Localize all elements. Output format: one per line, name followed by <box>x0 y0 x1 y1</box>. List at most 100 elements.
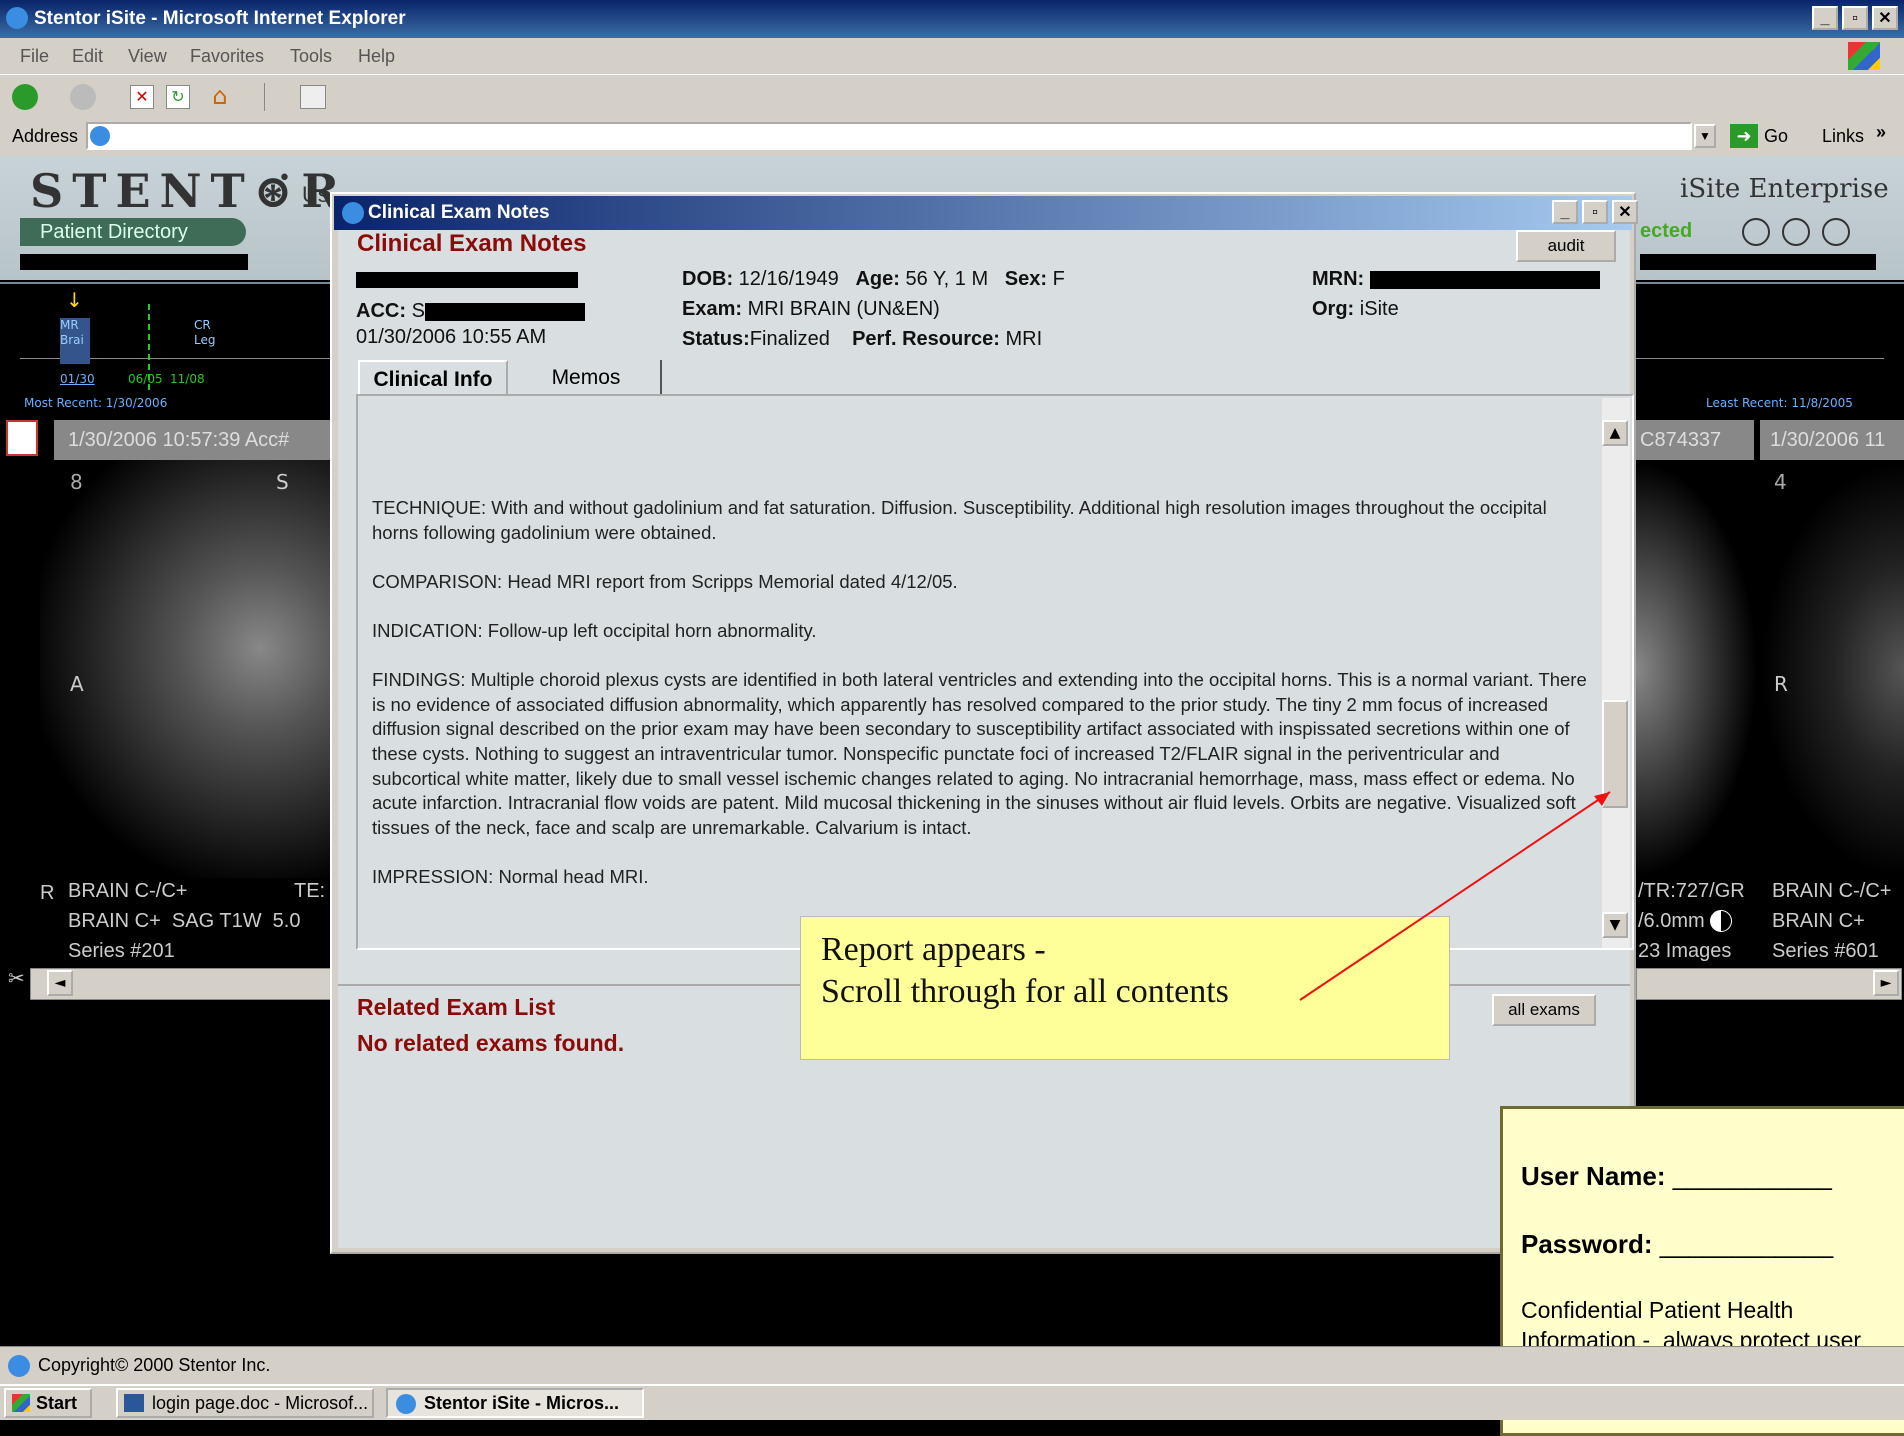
menu-tools[interactable]: Tools <box>290 46 332 67</box>
left-orientation-a: A <box>70 672 84 696</box>
toolbar: ✕ ↻ ⌂ <box>0 74 1904 120</box>
dialog-close-button[interactable]: ✕ <box>1612 200 1638 224</box>
menu-help[interactable]: Help <box>358 46 395 67</box>
right-mri-image-left[interactable] <box>1636 460 1758 878</box>
exam-value: MRI BRAIN (UN&EN) <box>747 298 940 320</box>
related-exam-heading: Related Exam List <box>357 994 556 1020</box>
tab-clinical-info[interactable]: Clinical Info <box>358 360 508 396</box>
timeline-exam-mr[interactable]: MR Brai <box>60 318 90 364</box>
home-icon[interactable]: ⌂ <box>206 83 234 109</box>
sex-label: Sex: <box>1004 268 1048 290</box>
status-bar: Copyright© 2000 Stentor Inc. <box>0 1346 1904 1385</box>
tool-scissors-icon[interactable]: ✂ <box>8 966 25 990</box>
dialog-titlebar: Clinical Exam Notes _ ▫ ✕ <box>334 196 1638 230</box>
left-viewer-info: BRAIN C-/C+ TE: BRAIN C+ SAG T1W 5.0 Ser… <box>56 880 334 970</box>
taskbar-item-stentor-label: Stentor iSite - Micros... <box>424 1393 620 1413</box>
redacted-patient <box>356 272 578 288</box>
taskbar-item-stentor[interactable]: Stentor iSite - Micros... <box>386 1388 644 1418</box>
right-info-left-2: /6.0mm <box>1638 910 1705 932</box>
right-info-left-3: 23 Images <box>1638 940 1732 962</box>
close-button[interactable]: ✕ <box>1872 6 1898 30</box>
word-icon <box>124 1394 144 1412</box>
redacted-acc <box>424 302 585 321</box>
timeline-date-3[interactable]: 11/08 <box>170 372 205 386</box>
callout-arrow <box>1299 791 1611 1001</box>
right-horizontal-scrollbar[interactable]: ► <box>1636 968 1902 1000</box>
links-button[interactable]: Links <box>1822 126 1864 147</box>
most-recent-label: Most Recent: 1/30/2006 <box>24 396 168 410</box>
right-info-right-2: BRAIN C+ <box>1772 910 1865 932</box>
status-page-icon <box>8 1355 30 1377</box>
start-button[interactable]: Start <box>4 1388 92 1418</box>
q-icon[interactable] <box>1742 218 1770 246</box>
left-image-number: 8 <box>70 470 83 494</box>
password-label: Password: <box>1521 1229 1653 1259</box>
scroll-up-icon[interactable]: ▲ <box>1602 420 1628 446</box>
org-label: Org: <box>1312 298 1355 320</box>
user-label: Us <box>302 182 329 207</box>
timeline-exam-cr[interactable]: CR Leg <box>194 318 215 348</box>
sex-value: F <box>1052 268 1065 290</box>
status-label: Status: <box>682 328 750 350</box>
patient-directory-tab[interactable]: Patient Directory <box>20 218 246 246</box>
left-info-line-3: Series #201 <box>68 940 175 962</box>
perf-value: MRI <box>1005 328 1043 350</box>
clipboard-icon[interactable] <box>6 420 38 456</box>
right-viewer-header-right: 1/30/2006 11 <box>1760 420 1904 460</box>
go-arrow-icon[interactable]: ➜ <box>1730 124 1758 148</box>
connected-status: ected <box>1640 220 1693 242</box>
report-comparison: COMPARISON: Head MRI report from Scripps… <box>372 570 958 592</box>
report-technique: TECHNIQUE: With and without gadolinium a… <box>372 497 1547 543</box>
org-value: iSite <box>1359 298 1399 320</box>
address-dropdown-icon[interactable]: ▼ <box>1694 124 1716 148</box>
menu-favorites[interactable]: Favorites <box>190 46 264 67</box>
scroll-left-icon[interactable]: ◄ <box>47 970 73 996</box>
help-icon[interactable] <box>1822 218 1850 246</box>
menu-file[interactable]: File <box>20 46 49 67</box>
menu-view[interactable]: View <box>128 46 167 67</box>
right-info-right-3: Series #601 <box>1772 940 1879 962</box>
right-viewer-info-left: /TR:727/GR /6.0mm 23 Images <box>1636 880 1758 970</box>
address-input[interactable] <box>86 122 1692 150</box>
forward-icon[interactable] <box>70 84 96 110</box>
maximize-button[interactable]: ▫ <box>1842 6 1868 30</box>
left-orientation-s: S <box>276 470 289 494</box>
isite-brand: iSite Enterprise <box>1680 174 1889 204</box>
address-bar: Address ▼ ➜ Go Links » <box>0 118 1904 156</box>
left-info-te: TE: <box>294 880 326 902</box>
dob-value: 12/16/1949 <box>738 268 839 290</box>
contrast-icon <box>1710 910 1732 932</box>
left-info-line-1: BRAIN C-/C+ <box>68 880 188 902</box>
dialog-maximize-button[interactable]: ▫ <box>1582 200 1608 224</box>
print-icon[interactable] <box>300 85 326 109</box>
left-horizontal-scrollbar[interactable]: ◄ <box>30 968 332 1000</box>
back-icon[interactable] <box>12 84 38 110</box>
scroll-right-icon[interactable]: ► <box>1873 970 1899 996</box>
right-viewer-header-left: C874337 <box>1636 420 1754 460</box>
start-label: Start <box>36 1393 78 1413</box>
right-viewer-info-right: BRAIN C-/C+ BRAIN C+ Series #601 <box>1760 880 1904 970</box>
taskbar-item-word[interactable]: login page.doc - Microsof... <box>116 1388 374 1418</box>
tab-memos[interactable]: Memos <box>512 360 662 396</box>
timeline-marker-icon: ↓ <box>66 288 83 312</box>
redacted-patient-name <box>20 254 248 270</box>
minimize-button[interactable]: _ <box>1812 6 1838 30</box>
timeline-date-2[interactable]: 06/05 <box>128 372 163 386</box>
dob-label: DOB: <box>682 268 734 290</box>
menu-edit[interactable]: Edit <box>72 46 103 67</box>
dialog-minimize-button[interactable]: _ <box>1552 200 1578 224</box>
status-value: Finalized <box>749 328 830 350</box>
stop-icon[interactable]: ✕ <box>130 85 154 109</box>
audit-button[interactable]: audit <box>1516 230 1616 262</box>
left-mri-image[interactable]: 8 S A <box>40 460 334 878</box>
related-exam-empty: No related exams found. <box>357 1030 625 1056</box>
ie-task-icon <box>396 1394 416 1414</box>
refresh-icon[interactable]: ↻ <box>166 85 190 109</box>
age-value: 56 Y, 1 M <box>905 268 989 290</box>
right-mri-image-right[interactable]: 4 R <box>1760 460 1904 878</box>
least-recent-label: Least Recent: 11/8/2005 <box>1706 396 1853 410</box>
links-chevron-icon[interactable]: » <box>1876 122 1886 143</box>
p-icon[interactable] <box>1782 218 1810 246</box>
go-button[interactable]: Go <box>1764 126 1788 147</box>
timeline-date-1[interactable]: 01/30 <box>60 372 95 386</box>
